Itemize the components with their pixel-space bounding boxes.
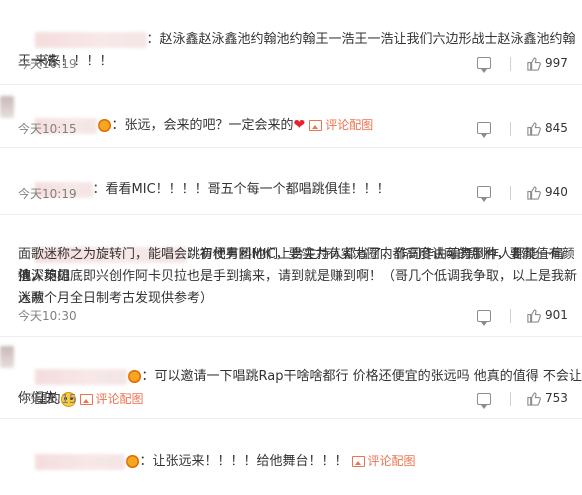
reply-icon[interactable] — [477, 310, 491, 326]
like-count: 901 — [545, 308, 568, 322]
comment-text-continued: 迷两个月全日制考古发现供参考） — [18, 291, 214, 306]
comment-time: 今天10:19 — [18, 187, 77, 201]
blurred-username[interactable] — [34, 453, 125, 470]
avatar[interactable] — [0, 346, 14, 368]
comment-divider — [0, 84, 582, 85]
comment-time: 今天10:30 — [18, 309, 77, 323]
avatar[interactable] — [0, 96, 14, 118]
image-icon[interactable] — [79, 394, 93, 405]
comment-text-line4: 迷两个月全日制考古发现供参考） — [18, 288, 582, 310]
divider — [510, 309, 511, 323]
like-icon[interactable] — [526, 185, 541, 200]
image-icon[interactable] — [309, 120, 323, 131]
comment-body: ：张远，会来的吧？一定会来的❤ 评论配图 — [18, 92, 578, 159]
reply-icon[interactable] — [477, 122, 491, 138]
divider — [510, 392, 511, 406]
like-icon[interactable] — [526, 308, 541, 323]
comment-divider — [0, 214, 582, 215]
comment-divider — [0, 147, 582, 148]
divider — [510, 122, 511, 136]
comment-text: ：看看MIC！！！！哥五个每一个都唱跳俱佳！！！ — [92, 182, 390, 197]
reply-icon[interactable] — [477, 57, 491, 73]
like-icon[interactable] — [526, 391, 541, 406]
comment-time: 今天10:15 — [18, 392, 77, 406]
comment-picture-link[interactable]: 评论配图 — [96, 392, 144, 406]
like-icon[interactable] — [526, 56, 541, 71]
reply-icon[interactable] — [477, 393, 491, 409]
divider — [510, 57, 511, 71]
comment-text: ：让张远来！！！！给他舞台！！！ — [139, 454, 348, 469]
like-icon[interactable] — [526, 121, 541, 136]
comment-picture-link[interactable]: 评论配图 — [368, 454, 416, 468]
comment-picture-link[interactable]: 评论配图 — [325, 118, 373, 132]
like-count: 845 — [545, 121, 568, 135]
heart-emoji-icon: ❤ — [293, 117, 306, 133]
comment-divider — [0, 418, 582, 419]
comment-time: 今天10:15 — [18, 122, 77, 136]
image-icon[interactable] — [351, 456, 365, 467]
like-count: 997 — [545, 56, 568, 70]
comment-divider — [0, 336, 582, 337]
comment-text: ：张远，会来的吧？一定会来的 — [111, 118, 294, 133]
comment-body: ：让张远来！！！！给他舞台！！！ 评论配图 — [18, 428, 578, 495]
comment-time: 今天10:19 — [18, 57, 77, 71]
like-count: 753 — [545, 391, 568, 405]
divider — [510, 186, 511, 200]
like-count: 940 — [545, 185, 568, 199]
reply-icon[interactable] — [477, 186, 491, 202]
vip-badge-icon — [97, 119, 111, 132]
